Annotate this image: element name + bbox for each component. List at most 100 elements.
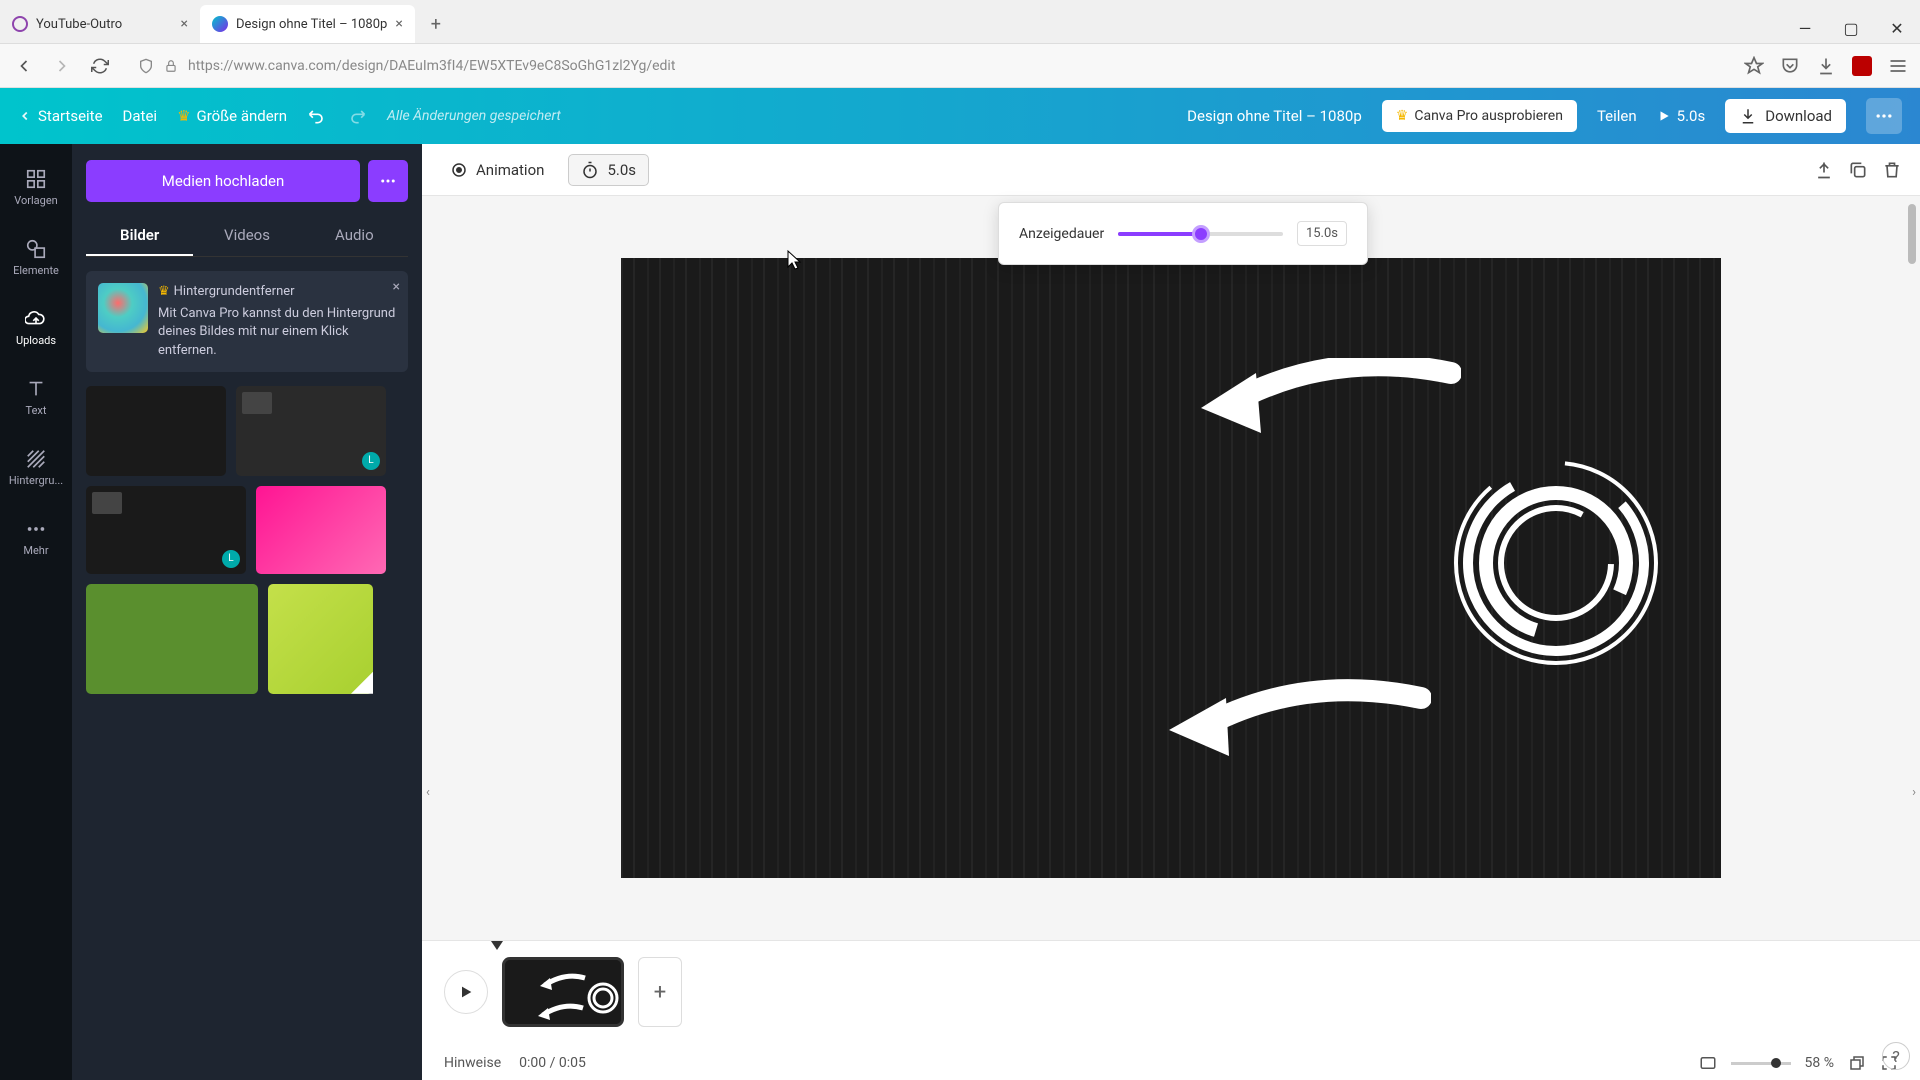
more-button[interactable]: [1866, 98, 1902, 134]
save-status: Alle Änderungen gespeichert: [387, 108, 561, 124]
rail-text[interactable]: Text: [0, 362, 72, 432]
canvas-toolbar: Animation 5.0s: [422, 144, 1920, 196]
help-button[interactable]: ?: [1882, 1042, 1910, 1070]
upload-thumb[interactable]: [86, 584, 258, 694]
upload-media-button[interactable]: Medien hochladen: [86, 160, 360, 202]
duration-value-input[interactable]: 15.0s: [1297, 221, 1347, 246]
design-canvas[interactable]: [621, 258, 1721, 878]
dots-icon: [379, 172, 397, 190]
download-icon[interactable]: [1816, 56, 1836, 76]
play-button[interactable]: 5.0s: [1657, 107, 1706, 125]
favicon-icon: [212, 16, 228, 32]
browser-tab-active[interactable]: Design ohne Titel – 1080p ×: [200, 5, 415, 43]
forward-button[interactable]: [50, 54, 74, 78]
time-display: 0:00 / 0:05: [519, 1055, 586, 1071]
notes-button[interactable]: Hinweise: [444, 1055, 501, 1071]
export-icon[interactable]: [1814, 160, 1834, 180]
tab-images[interactable]: Bilder: [86, 216, 193, 256]
document-title[interactable]: Design ohne Titel – 1080p: [1187, 107, 1362, 125]
arrow-element[interactable]: [1151, 678, 1431, 758]
home-button[interactable]: Startseite: [18, 107, 103, 125]
play-icon: [1657, 109, 1671, 123]
tab-audio[interactable]: Audio: [301, 216, 408, 256]
ublock-icon[interactable]: [1852, 56, 1872, 76]
resize-menu[interactable]: ♛ Größe ändern: [177, 107, 287, 125]
upload-thumb[interactable]: [86, 386, 226, 476]
slider-handle[interactable]: [1192, 225, 1210, 243]
close-icon[interactable]: ×: [181, 16, 188, 32]
share-button[interactable]: Teilen: [1597, 107, 1637, 125]
pro-button[interactable]: ♛ Canva Pro ausprobieren: [1382, 100, 1577, 132]
timeline-play-button[interactable]: [444, 970, 488, 1014]
zoom-level[interactable]: 58 %: [1805, 1055, 1834, 1071]
scroll-left-button[interactable]: ‹: [426, 785, 430, 800]
rail-uploads[interactable]: Uploads: [0, 292, 72, 362]
upload-thumb[interactable]: [268, 584, 373, 694]
shield-icon: [138, 58, 154, 74]
dots-icon: [25, 518, 47, 540]
maximize-button[interactable]: ▢: [1828, 13, 1874, 43]
tab-videos[interactable]: Videos: [193, 216, 300, 256]
promo-card: ♛ Hintergrundentferner Mit Canva Pro kan…: [86, 271, 408, 372]
upload-thumb[interactable]: [256, 486, 386, 574]
chevron-left-icon: [18, 109, 32, 123]
text-icon: [25, 378, 47, 400]
play-icon: [458, 984, 474, 1000]
duration-label: Anzeigedauer: [1019, 226, 1104, 242]
canvas-viewport[interactable]: ‹ ›: [422, 196, 1920, 940]
layers-icon[interactable]: [1848, 1054, 1866, 1072]
download-icon: [1739, 107, 1757, 125]
close-icon[interactable]: ×: [393, 279, 400, 295]
promo-body: Mit Canva Pro kannst du den Hintergrund …: [158, 305, 396, 360]
browser-url-bar: https://www.canva.com/design/DAEuIm3fI4/…: [0, 44, 1920, 88]
rail-elements[interactable]: Elemente: [0, 222, 72, 292]
tab-title: YouTube-Outro: [36, 17, 122, 32]
rail-more[interactable]: Mehr: [0, 502, 72, 572]
upload-more-button[interactable]: [368, 160, 408, 202]
upload-thumb[interactable]: L: [236, 386, 386, 476]
grid-view-icon[interactable]: [1699, 1054, 1717, 1072]
rail-background[interactable]: Hintergru...: [0, 432, 72, 502]
download-button[interactable]: Download: [1725, 99, 1846, 133]
upload-thumb[interactable]: L: [86, 486, 246, 574]
playhead-marker[interactable]: [491, 941, 503, 950]
copy-icon[interactable]: [1848, 160, 1868, 180]
crown-icon: ♛: [177, 107, 190, 125]
left-rail: Vorlagen Elemente Uploads Text Hintergru…: [0, 144, 72, 1080]
new-tab-button[interactable]: +: [421, 9, 451, 39]
media-tabs: Bilder Videos Audio: [86, 216, 408, 257]
arrow-element[interactable]: [1181, 358, 1461, 438]
back-button[interactable]: [12, 54, 36, 78]
tab-title: Design ohne Titel – 1080p: [236, 17, 387, 32]
circle-element[interactable]: [1441, 448, 1671, 678]
undo-button[interactable]: [307, 106, 327, 126]
close-icon[interactable]: ×: [395, 16, 402, 32]
browser-tab[interactable]: YouTube-Outro ×: [0, 5, 200, 43]
page-thumbnail[interactable]: [502, 957, 624, 1027]
rail-templates[interactable]: Vorlagen: [0, 152, 72, 222]
browser-tab-bar: YouTube-Outro × Design ohne Titel – 1080…: [0, 0, 1920, 44]
menu-icon[interactable]: [1888, 56, 1908, 76]
animation-icon: [450, 161, 468, 179]
redo-button[interactable]: [347, 106, 367, 126]
uploads-icon: [25, 308, 47, 330]
file-menu[interactable]: Datei: [123, 107, 158, 125]
trash-icon[interactable]: [1882, 160, 1902, 180]
crown-icon: ♛: [1396, 108, 1409, 124]
minimize-button[interactable]: —: [1782, 13, 1828, 43]
animation-button[interactable]: Animation: [440, 155, 554, 185]
zoom-slider[interactable]: [1731, 1062, 1791, 1065]
vertical-scrollbar[interactable]: [1908, 204, 1918, 930]
bookmark-icon[interactable]: [1744, 56, 1764, 76]
add-page-button[interactable]: +: [638, 957, 682, 1027]
link-badge-icon: L: [362, 452, 380, 470]
duration-slider[interactable]: [1118, 232, 1283, 236]
templates-icon: [25, 168, 47, 190]
duration-button[interactable]: 5.0s: [568, 154, 649, 186]
elements-icon: [25, 238, 47, 260]
pocket-icon[interactable]: [1780, 56, 1800, 76]
url-field[interactable]: https://www.canva.com/design/DAEuIm3fI4/…: [126, 51, 1730, 81]
reload-button[interactable]: [88, 54, 112, 78]
close-window-button[interactable]: ✕: [1874, 13, 1920, 43]
window-controls: — ▢ ✕: [1782, 13, 1920, 43]
